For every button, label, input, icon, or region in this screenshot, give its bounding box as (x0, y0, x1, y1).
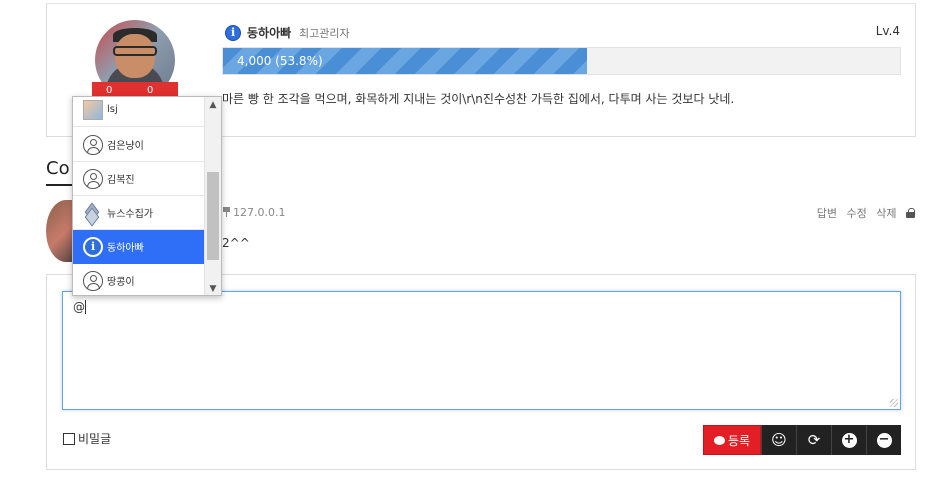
author-signature: 마른 빵 한 조각을 먹으며, 화목하게 지내는 것이\r\n진수성찬 가득한 … (222, 92, 735, 106)
submit-button[interactable]: 등록 (703, 425, 761, 455)
exp-progress-text: 4,000 (53.8%) (237, 54, 323, 68)
emoticon-button[interactable]: ☺ (761, 425, 796, 455)
secret-option[interactable]: 비밀글 (63, 430, 111, 447)
resize-grip-icon[interactable] (890, 399, 898, 407)
smile-icon: ☺ (771, 431, 787, 449)
expand-button[interactable]: + (831, 425, 866, 455)
mention-item-4[interactable]: 동하아빠 (73, 230, 205, 264)
mention-item-1[interactable]: 검은냥이 (73, 128, 205, 162)
secret-label: 비밀글 (78, 432, 112, 446)
comment-ip: 127.0.0.1 (222, 206, 285, 219)
comment-actions: 답변 수정 삭제 (811, 205, 915, 221)
comment-body: 2^^ (222, 236, 250, 250)
person-icon (83, 270, 103, 291)
mention-item-0[interactable]: lsj (73, 97, 205, 127)
exp-progress-bar: 4,000 (53.8%) (222, 47, 901, 75)
info-icon (83, 236, 103, 257)
refresh-icon: ⟳ (807, 431, 821, 449)
write-toolbar: 등록 ☺ ⟳ + − (703, 425, 901, 455)
comment-write-form: @ 비밀글 등록 ☺ ⟳ + − (46, 274, 916, 470)
delete-link[interactable]: 삭제 (876, 207, 896, 220)
pin-icon (222, 207, 231, 217)
dropdown-scrollbar[interactable]: ▲ ▼ (204, 97, 221, 295)
vote-up-count[interactable]: 0 (106, 85, 112, 96)
author-level: Lv.4 (875, 24, 900, 38)
plus-circle-icon: + (841, 432, 857, 448)
scroll-up-arrow-icon[interactable]: ▲ (205, 97, 221, 113)
mention-item-5[interactable]: 땅콩이 (73, 264, 205, 295)
comments-heading: Co (46, 158, 70, 179)
edit-link[interactable]: 수정 (847, 207, 867, 220)
author-role: 최고관리자 (299, 27, 350, 40)
mention-dropdown[interactable]: lsj 검은냥이 김복진 뉴스수집가 동하아빠 땅콩이 ▲ ▼ (72, 96, 222, 296)
shrink-button[interactable]: − (866, 425, 901, 455)
lock-icon (906, 208, 915, 218)
user-photo-icon (83, 99, 103, 120)
person-icon (83, 134, 103, 155)
refresh-button[interactable]: ⟳ (796, 425, 831, 455)
comment-bubble-icon (713, 435, 725, 445)
mention-item-3[interactable]: 뉴스수집가 (73, 196, 205, 230)
minus-circle-icon: − (876, 432, 892, 448)
vote-down-count[interactable]: 0 (147, 85, 153, 96)
person-icon (83, 168, 103, 189)
secret-checkbox[interactable] (63, 433, 75, 445)
level-info-icon (225, 25, 241, 41)
scroll-down-arrow-icon[interactable]: ▼ (205, 281, 221, 295)
scroll-thumb[interactable] (207, 172, 219, 260)
reply-link[interactable]: 답변 (817, 207, 837, 220)
comment-textarea[interactable]: @ (62, 291, 901, 410)
text-caret (85, 300, 86, 314)
author-nickname[interactable]: 동하아빠 (247, 24, 291, 41)
layers-icon (83, 203, 103, 223)
mention-item-2[interactable]: 김복진 (73, 162, 205, 196)
